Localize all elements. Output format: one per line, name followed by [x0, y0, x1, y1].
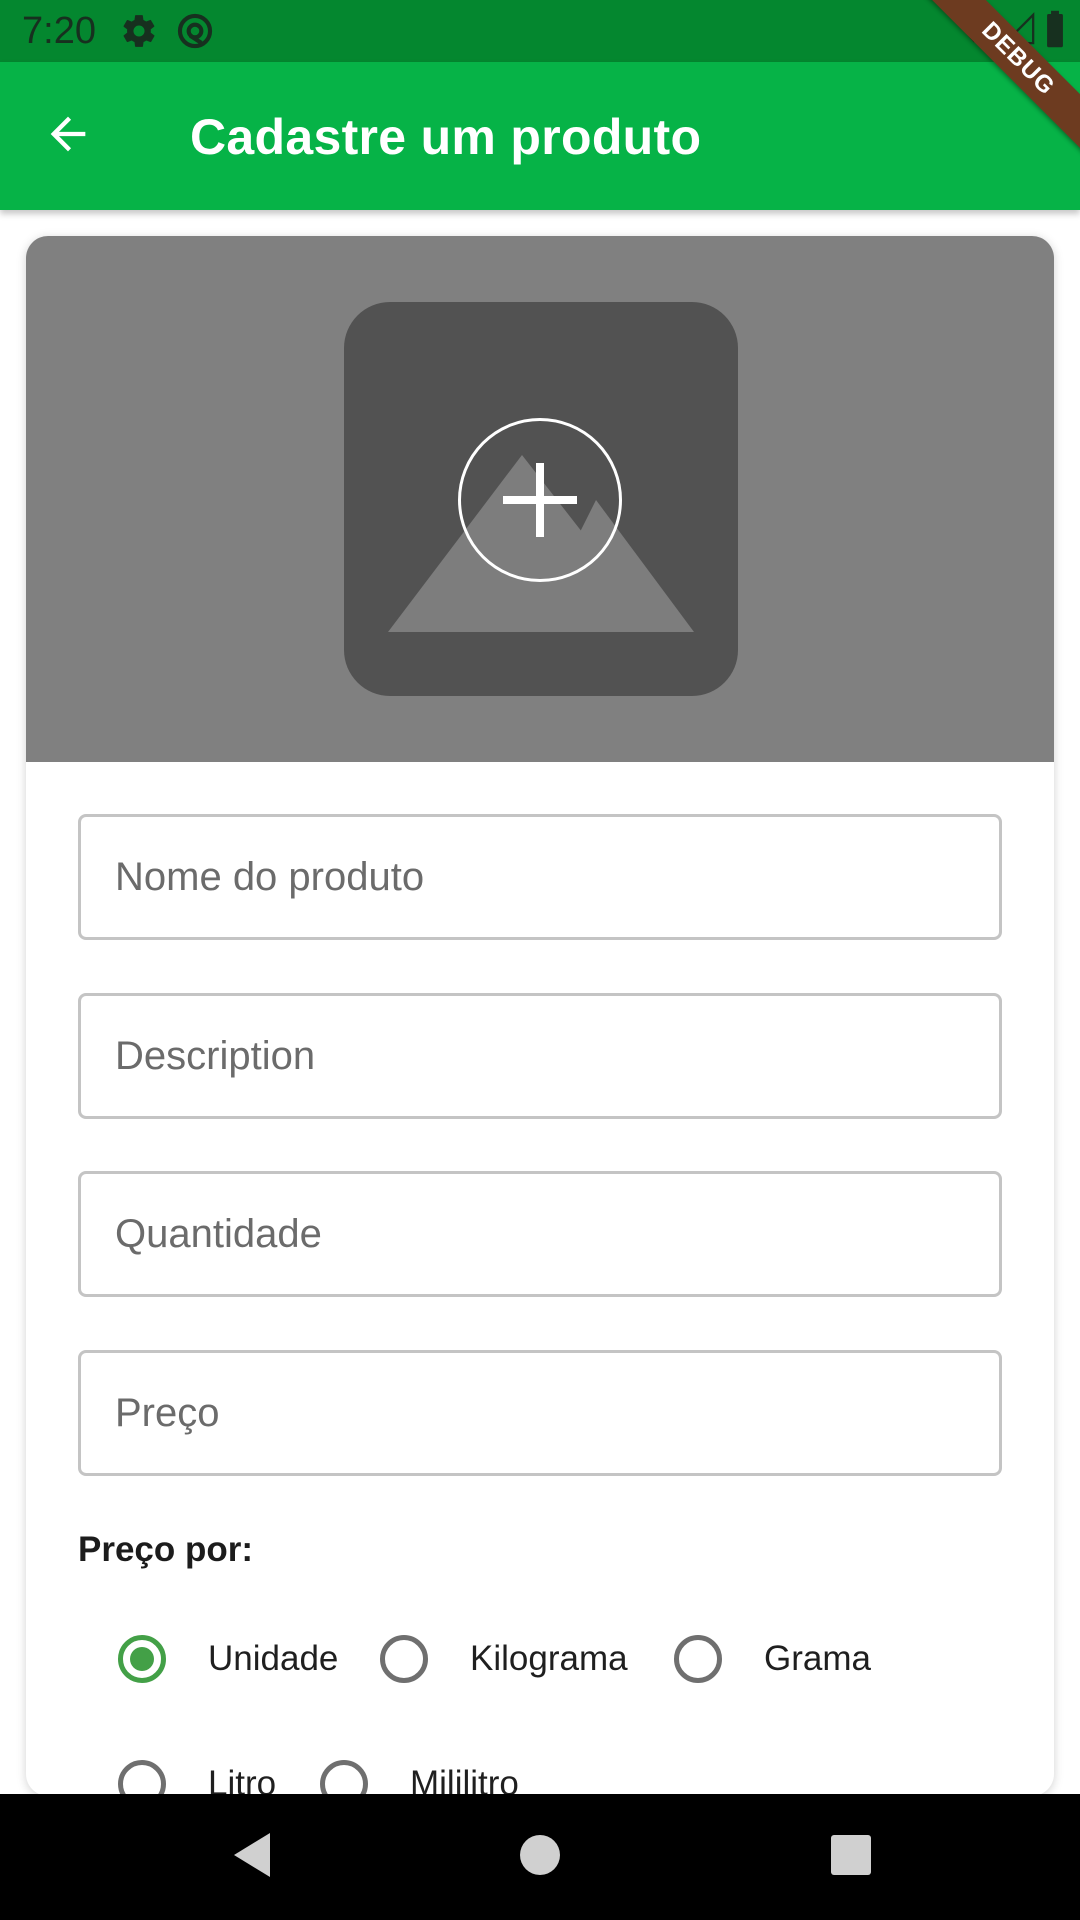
radio-selected-icon[interactable]	[118, 1635, 166, 1683]
back-button[interactable]	[36, 104, 100, 168]
nav-back-button[interactable]	[219, 1824, 285, 1890]
radio-unselected-icon[interactable]	[320, 1760, 368, 1796]
status-time: 7:20	[22, 10, 96, 52]
radio-label: Mililitro	[410, 1764, 519, 1796]
arrow-back-icon	[42, 108, 94, 165]
gear-icon	[120, 12, 158, 50]
price-input[interactable]	[81, 1353, 999, 1473]
nav-home-button[interactable]	[507, 1824, 573, 1890]
home-circle-icon	[518, 1833, 562, 1882]
app-bar: Cadastre um produto	[0, 62, 1080, 210]
quantity-input[interactable]	[81, 1174, 999, 1294]
radio-label: Kilograma	[470, 1639, 628, 1678]
radio-kilograma[interactable]: Kilograma	[380, 1629, 628, 1689]
radio-unselected-icon[interactable]	[118, 1760, 166, 1796]
back-triangle-icon	[230, 1831, 274, 1884]
product-form-card: Preço por: Unidade Kilograma Grama Litro…	[26, 236, 1054, 1796]
radio-grama[interactable]: Grama	[674, 1629, 871, 1689]
at-sign-icon	[176, 12, 214, 50]
add-photo-button[interactable]	[458, 418, 622, 582]
radio-unidade[interactable]: Unidade	[118, 1629, 338, 1689]
radio-litro[interactable]: Litro	[118, 1754, 276, 1796]
description-field[interactable]	[78, 993, 1002, 1119]
product-name-input[interactable]	[81, 817, 999, 937]
recents-square-icon	[830, 1834, 872, 1881]
price-unit-heading: Preço por:	[78, 1530, 254, 1569]
radio-label: Grama	[764, 1639, 871, 1678]
radio-mililitro[interactable]: Mililitro	[320, 1754, 519, 1796]
radio-unselected-icon[interactable]	[380, 1635, 428, 1683]
quantity-field[interactable]	[78, 1171, 1002, 1297]
description-input[interactable]	[81, 996, 999, 1116]
page-title: Cadastre um produto	[190, 109, 702, 165]
battery-icon	[1044, 10, 1066, 53]
system-nav-bar	[0, 1794, 1080, 1920]
radio-unselected-icon[interactable]	[674, 1635, 722, 1683]
radio-label: Litro	[208, 1764, 277, 1796]
wifi-icon	[954, 11, 994, 52]
nav-recents-button[interactable]	[818, 1824, 884, 1890]
product-name-field[interactable]	[78, 814, 1002, 940]
price-field[interactable]	[78, 1350, 1002, 1476]
status-bar: 7:20	[0, 0, 1080, 62]
radio-label: Unidade	[208, 1639, 339, 1678]
signal-icon	[1002, 11, 1036, 52]
product-image-picker[interactable]	[26, 236, 1054, 762]
